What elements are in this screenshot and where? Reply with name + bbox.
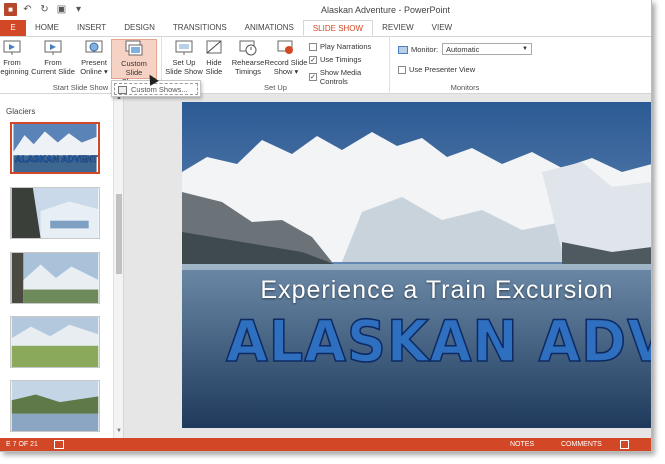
tab-file[interactable]: E	[0, 20, 26, 36]
use-timings-option[interactable]: ✓ Use Timings	[309, 55, 361, 64]
scrollbar-thumb[interactable]	[116, 194, 122, 274]
slide-thumbnail-pane: Glaciers ALASKAN ADVENTURE	[0, 94, 124, 438]
window-title: Alaskan Adventure - PowerPoint	[320, 5, 451, 15]
normal-view-icon[interactable]	[620, 440, 629, 449]
tab-design[interactable]: DESIGN	[115, 20, 164, 36]
custom-slide-show-menu: Custom Shows...	[111, 80, 201, 97]
tab-review[interactable]: REVIEW	[373, 20, 423, 36]
show-media-controls-checkbox[interactable]: ✓	[309, 73, 317, 81]
title-bar: ■ ↶ ↻ ▣ ▾ Alaskan Adventure - PowerPoint	[0, 0, 651, 20]
present-online-button[interactable]: Present Online ▾	[78, 39, 110, 76]
from-current-slide-button[interactable]: From Current Slide	[30, 39, 76, 76]
slide-thumbnail[interactable]	[10, 316, 100, 368]
powerpoint-window: ■ ↶ ↻ ▣ ▾ Alaskan Adventure - PowerPoint…	[0, 0, 652, 452]
play-narrations-option[interactable]: Play Narrations	[309, 42, 371, 51]
slide-background-photo	[182, 102, 651, 428]
monitor-dropdown[interactable]: Automatic ▼	[442, 43, 532, 55]
hide-slide-button[interactable]: Hide Slide	[202, 39, 226, 76]
use-presenter-view-option[interactable]: Use Presenter View	[398, 65, 475, 74]
record-slide-show-button[interactable]: Record Slide Show ▾	[264, 39, 308, 76]
monitor-icon	[398, 45, 408, 54]
use-timings-checkbox[interactable]: ✓	[309, 55, 317, 64]
slide-counter: E 7 OF 21	[6, 441, 38, 448]
status-bar: E 7 OF 21 NOTES COMMENTS	[0, 438, 651, 451]
hide-slide-icon	[205, 39, 223, 56]
chevron-down-icon: ▼	[522, 46, 528, 52]
section-name[interactable]: Glaciers	[6, 107, 35, 116]
monitor-label-row: Monitor:	[398, 45, 438, 54]
tab-slide-show[interactable]: SLIDE SHOW	[302, 20, 374, 36]
tab-animations[interactable]: ANIMATIONS	[236, 20, 303, 36]
slide-editing-area: Experience a Train Excursion ALASKAN ADV…	[124, 94, 651, 438]
play-narrations-checkbox[interactable]	[309, 42, 317, 51]
custom-shows-icon	[118, 86, 127, 94]
slide-thumbnail[interactable]: ALASKAN ADVENTURE	[10, 122, 100, 174]
slide-thumbnail[interactable]	[10, 187, 100, 239]
slide-headline[interactable]: ALASKAN ADVENTURE	[225, 308, 651, 376]
set-up-slide-show-icon	[175, 39, 193, 56]
from-beginning-icon	[3, 39, 21, 56]
rehearse-timings-icon	[239, 39, 257, 56]
scroll-down-icon[interactable]: ▼	[115, 428, 123, 434]
set-up-slide-show-button[interactable]: Set Up Slide Show	[164, 39, 204, 76]
tab-view[interactable]: VIEW	[423, 20, 461, 36]
record-slide-show-icon	[277, 39, 295, 56]
ribbon: From Beginning From Current Slide Presen…	[0, 36, 651, 94]
tab-transitions[interactable]: TRANSITIONS	[164, 20, 236, 36]
comments-button[interactable]: COMMENTS	[561, 441, 602, 448]
tab-home[interactable]: HOME	[26, 20, 68, 36]
tab-insert[interactable]: INSERT	[68, 20, 115, 36]
ribbon-tabs: E HOME INSERT DESIGN TRANSITIONS ANIMATI…	[0, 20, 651, 36]
spelling-icon[interactable]	[54, 440, 64, 449]
custom-shows-menu-item[interactable]: Custom Shows...	[114, 83, 198, 95]
slide-thumbnail[interactable]	[10, 252, 100, 304]
custom-slide-show-icon	[125, 40, 143, 57]
slide-subtitle[interactable]: Experience a Train Excursion	[182, 276, 651, 305]
current-slide[interactable]: Experience a Train Excursion ALASKAN ADV…	[182, 102, 651, 428]
use-presenter-view-checkbox[interactable]	[398, 65, 406, 74]
rehearse-timings-button[interactable]: Rehearse Timings	[230, 39, 266, 76]
from-current-slide-icon	[44, 39, 62, 56]
from-beginning-button[interactable]: From Beginning	[0, 39, 32, 76]
slide-thumbnail[interactable]	[10, 380, 100, 432]
present-online-icon	[85, 39, 103, 56]
notes-button[interactable]: NOTES	[510, 441, 534, 448]
monitors-group-label: Monitors	[450, 83, 480, 92]
thumbnail-scrollbar[interactable]: ▲ ▼	[113, 94, 123, 438]
